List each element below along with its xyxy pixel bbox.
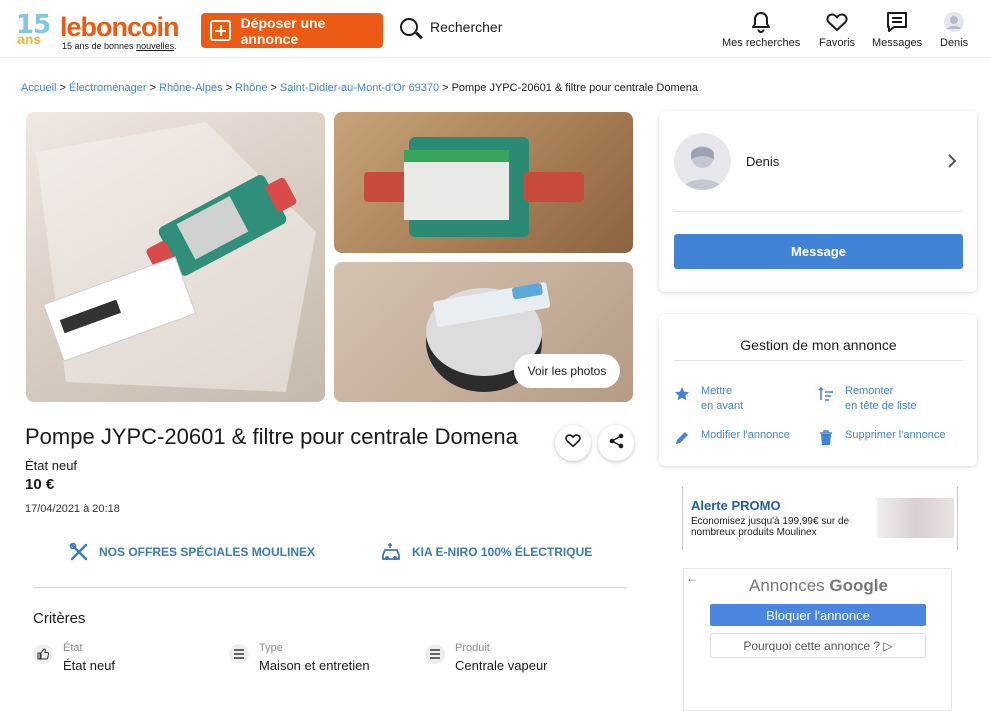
nav-account[interactable]: Denis xyxy=(940,10,968,49)
sort-up-icon xyxy=(815,384,837,414)
bump-ad-action[interactable]: Remonter en tête de liste xyxy=(815,384,917,414)
share-button[interactable] xyxy=(598,425,634,461)
nav-label: Denis xyxy=(940,37,969,49)
nav-label: Favoris xyxy=(819,37,856,49)
top-bar: 15 ans leboncoin 15 ans de bonnes nouvel… xyxy=(0,0,991,58)
listing-photo-2[interactable] xyxy=(334,112,633,253)
boost-ad-action[interactable]: Mettre en avant xyxy=(671,384,743,414)
car-icon xyxy=(380,542,402,562)
message-icon xyxy=(872,10,922,34)
listing-price: 10 € xyxy=(25,476,55,493)
logo-brand: leboncoin xyxy=(60,12,179,42)
chevron-right-icon[interactable] xyxy=(947,153,957,174)
edit-ad-action[interactable]: Modifier l'annonce xyxy=(671,428,790,446)
seller-name[interactable]: Denis xyxy=(746,154,779,169)
nav-label: Messages xyxy=(872,37,923,49)
block-ad-button[interactable]: Bloquer l'annonce xyxy=(710,604,926,626)
breadcrumb-separator: > xyxy=(270,82,277,94)
criteria-value: Maison et entretien xyxy=(259,658,370,673)
promo-link-label: KIA E-NIRO 100% ÉLECTRIQUE xyxy=(412,545,593,559)
action-label: Modifier l'annonce xyxy=(701,429,790,441)
breadcrumb-separator: > xyxy=(149,82,156,94)
list-icon xyxy=(425,644,445,664)
star-icon xyxy=(671,384,693,414)
search-button[interactable]: Rechercher xyxy=(400,18,502,36)
why-this-ad-button[interactable]: Pourquoi cette annonce ? ▷ xyxy=(710,633,926,658)
criteria-value: État neuf xyxy=(63,658,116,673)
delete-ad-action[interactable]: Supprimer l'annonce xyxy=(815,428,946,446)
favorite-button[interactable] xyxy=(555,425,591,461)
listing-photo-main[interactable] xyxy=(26,112,325,402)
manage-ad-title: Gestion de mon annonce xyxy=(740,337,897,353)
promo-ad-banner[interactable]: Alerte PROMO Economisez jusqu'à 199,99€ … xyxy=(682,486,958,550)
breadcrumb-separator: > xyxy=(225,82,233,94)
promo-ad-image xyxy=(877,498,954,538)
seller-avatar[interactable] xyxy=(674,133,731,190)
promo-link-kia[interactable]: KIA E-NIRO 100% ÉLECTRIQUE xyxy=(380,542,592,562)
thumbs-up-icon xyxy=(33,644,53,664)
plus-icon xyxy=(210,20,231,41)
nav-label: Mes recherches xyxy=(722,37,801,49)
criteria-label: Produit xyxy=(455,642,490,654)
criteria-title: Critères xyxy=(33,610,86,627)
heart-icon xyxy=(819,10,855,34)
criteria-value: Centrale vapeur xyxy=(455,658,548,673)
list-icon xyxy=(229,644,249,664)
pencil-icon xyxy=(671,428,693,446)
criteria-item-condition: État État neuf xyxy=(33,642,115,673)
divider xyxy=(33,587,627,588)
share-icon xyxy=(609,433,624,454)
listing-date: 17/04/2021 à 20:18 xyxy=(25,503,120,515)
trash-icon xyxy=(815,428,837,446)
see-photos-button[interactable]: Voir les photos xyxy=(514,354,620,388)
breadcrumb-link[interactable]: Rhône-Alpes xyxy=(159,82,223,94)
search-icon xyxy=(400,18,418,36)
action-label: en avant xyxy=(701,400,744,412)
post-ad-button[interactable]: Déposer une annonce xyxy=(201,13,383,48)
leboncoin-logo[interactable]: 15 ans leboncoin 15 ans de bonnes nouvel… xyxy=(16,10,186,51)
user-icon xyxy=(940,10,968,34)
breadcrumb-link[interactable]: Saint-Didier-au-Mont-d'Or 69370 xyxy=(280,82,439,94)
criteria-item-product: Produit Centrale vapeur xyxy=(425,642,548,673)
criteria-label: Type xyxy=(259,642,283,654)
heart-icon xyxy=(565,433,581,453)
seller-card: Denis Message xyxy=(659,111,977,292)
divider xyxy=(674,360,963,361)
listing-condition: État neuf xyxy=(25,458,78,473)
action-label: en tête de liste xyxy=(845,400,917,412)
google-ads-panel: ← Annonces Google Bloquer l'annonce Pour… xyxy=(683,568,952,711)
google-ads-header: Annonces Google xyxy=(749,576,888,595)
nav-messages[interactable]: Messages xyxy=(872,10,922,49)
listing-title: Pompe JYPC-20601 & filtre pour centrale … xyxy=(25,424,518,449)
promo-link-label: NOS OFFRES SPÉCIALES MOULINEX xyxy=(99,545,316,559)
divider xyxy=(674,211,963,212)
action-label: Mettre xyxy=(701,385,733,397)
post-ad-label: Déposer une annonce xyxy=(240,14,326,47)
breadcrumb-link[interactable]: Électroménager xyxy=(69,82,147,94)
breadcrumb: Accueil > Électroménager > Rhône-Alpes > Rhône… xyxy=(21,82,698,94)
breadcrumb-separator: > xyxy=(442,82,449,94)
breadcrumb-link[interactable]: Accueil xyxy=(21,82,56,94)
action-label: Supprimer l'annonce xyxy=(845,429,946,441)
promo-link-moulinex[interactable]: NOS OFFRES SPÉCIALES MOULINEX xyxy=(69,542,315,562)
logo-ans: ans xyxy=(17,31,42,47)
nav-saved-searches[interactable]: Mes recherches xyxy=(722,10,800,49)
bell-icon xyxy=(722,10,800,34)
breadcrumb-separator: > xyxy=(59,82,66,94)
search-label: Rechercher xyxy=(430,19,503,35)
tools-icon xyxy=(69,542,89,562)
manage-ad-card: Gestion de mon annonce Mettre en avant Re… xyxy=(659,314,977,466)
breadcrumb-link[interactable]: Rhône xyxy=(235,82,267,94)
nav-favorites[interactable]: Favoris xyxy=(819,10,855,49)
promo-ad-title: Alerte PROMO xyxy=(691,498,781,513)
logo-tagline: 15 ans de bonnes nouvelles. xyxy=(62,41,177,51)
promo-ad-text: Economisez jusqu'à 199,99€ sur de nombre… xyxy=(691,516,850,538)
criteria-label: État xyxy=(63,642,83,654)
message-button[interactable]: Message xyxy=(674,234,963,269)
criteria-item-type: Type Maison et entretien xyxy=(229,642,370,673)
action-label: Remonter xyxy=(845,385,894,397)
breadcrumb-current: Pompe JYPC-20601 & filtre pour centrale … xyxy=(451,82,698,94)
